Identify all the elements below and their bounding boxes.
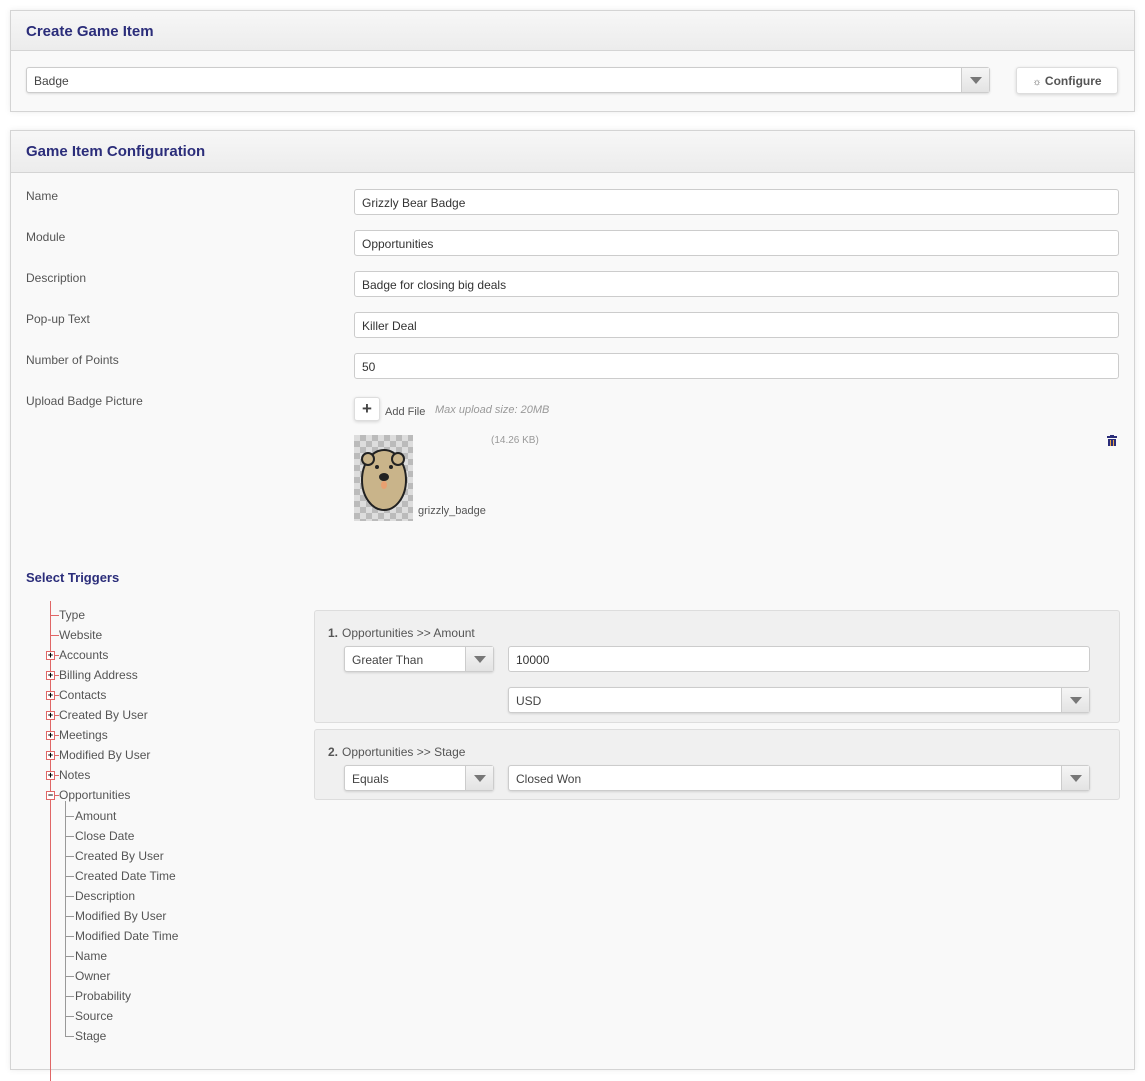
tree-branch [66,976,74,977]
item-type-select[interactable]: Badge [26,67,990,93]
max-upload-size: Max upload size: 20MB [435,404,550,416]
selected-value: USD [516,694,542,708]
tree-branch [51,615,59,616]
add-file-button[interactable]: + [354,397,380,421]
trigger-title: 2. Opportunities >> Stage [328,745,465,759]
tree-branch [66,936,74,937]
field-label: Number of Points [26,353,119,367]
tree-branch [66,956,74,957]
expand-icon[interactable]: + [46,651,55,660]
field-input[interactable]: 50 [354,353,1119,379]
tree-branch [66,816,74,817]
select-triggers-title: Select Triggers [26,570,120,585]
tree-item[interactable]: Amount [75,809,116,823]
tree-item[interactable]: Owner [75,969,110,983]
expand-icon[interactable]: + [46,731,55,740]
operator-select[interactable]: Greater Than [344,646,494,672]
tree-item[interactable]: Name [75,949,107,963]
tree-item[interactable]: Modified Date Time [75,929,178,943]
tree-item[interactable]: Accounts [59,648,108,662]
trigger-1: 1. Opportunities >> Amount Greater Than 1… [314,610,1120,723]
trigger-number: 1. [328,626,339,640]
tree-branch [66,1036,74,1037]
tree-item[interactable]: Opportunities [59,788,130,802]
field-input[interactable]: Opportunities [354,230,1119,256]
chevron-down-icon [1061,688,1089,712]
tree-item[interactable]: Billing Address [59,668,138,682]
tree-branch [66,836,74,837]
expand-icon[interactable]: + [46,751,55,760]
selected-value: Closed Won [516,772,582,786]
tree-item[interactable]: Modified By User [75,909,166,923]
file-size: (14.26 KB) [491,435,539,446]
chevron-down-icon [465,647,493,671]
tree-branch [51,635,59,636]
tree-item[interactable]: Created By User [75,849,164,863]
panel-title: Game Item Configuration [11,131,1134,173]
trigger-path: Opportunities >> Amount [342,626,475,640]
trigger-title: 1. Opportunities >> Amount [328,626,475,640]
tree-item[interactable]: Modified By User [59,748,150,762]
game-item-configuration-panel: Game Item Configuration Name Grizzly Bear… [10,130,1135,1081]
field-label: Pop-up Text [26,312,90,326]
tree-item[interactable]: Notes [59,768,90,782]
chevron-down-icon [961,68,989,92]
field-label: Description [26,271,87,285]
expand-icon[interactable]: + [46,671,55,680]
chevron-down-icon [1061,766,1089,790]
amount-input[interactable]: 10000 [508,646,1090,672]
field-input[interactable]: Badge for closing big deals [354,271,1119,297]
configure-label: Configure [1044,74,1102,88]
bear-image [361,449,407,511]
selected-value: Greater Than [352,653,424,667]
trigger-2: 2. Opportunities >> Stage Equals Closed W… [314,729,1120,800]
field-input[interactable]: Killer Deal [354,312,1119,338]
tree-branch [66,916,74,917]
tree-item[interactable]: Type [59,608,85,622]
tree-branch [66,856,74,857]
gear-icon: ☼ [1032,77,1042,88]
operator-select[interactable]: Equals [344,765,494,791]
tree-item[interactable]: Source [75,1009,113,1023]
add-file-label[interactable]: Add File [385,406,425,418]
upload-label: Upload Badge Picture [26,394,143,408]
tree-item[interactable]: Contacts [59,688,106,702]
tree-item[interactable]: Stage [75,1029,106,1043]
tree-item[interactable]: Probability [75,989,131,1003]
tree-item[interactable]: Created By User [59,708,148,722]
tree-branch [66,996,74,997]
expand-icon[interactable]: + [46,691,55,700]
tree-branch [66,1016,74,1017]
tree-item[interactable]: Close Date [75,829,134,843]
tree-item[interactable]: Created Date Time [75,869,176,883]
tree-branch [66,896,74,897]
expand-icon[interactable]: + [46,711,55,720]
create-game-item-panel: Create Game Item Badge ☼ Configure [10,10,1135,112]
trigger-path: Opportunities >> Stage [342,745,466,759]
panel-title: Create Game Item [11,11,1134,51]
configure-button[interactable]: ☼ Configure [1016,67,1118,94]
field-label: Module [26,230,66,244]
selected-value: Badge [34,74,69,88]
selected-value: Equals [352,772,389,786]
badge-thumbnail [354,435,413,521]
tree-item[interactable]: Description [75,889,135,903]
trash-icon[interactable] [1107,435,1117,446]
chevron-down-icon [465,766,493,790]
file-name: grizzly_badge [418,505,486,517]
tree-item[interactable]: Website [59,628,102,642]
currency-select[interactable]: USD [508,687,1090,713]
tree-branch [66,876,74,877]
collapse-icon[interactable]: − [46,791,55,800]
expand-icon[interactable]: + [46,771,55,780]
field-input[interactable]: Grizzly Bear Badge [354,189,1119,215]
trigger-number: 2. [328,745,339,759]
stage-select[interactable]: Closed Won [508,765,1090,791]
tree-item[interactable]: Meetings [59,728,108,742]
field-label: Name [26,189,59,203]
